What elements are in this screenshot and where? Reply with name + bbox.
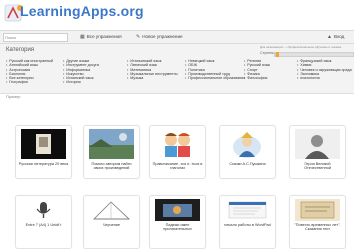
search-input[interactable]: Поиск — [3, 33, 68, 42]
card-thumbnail-book — [21, 129, 66, 159]
app-card[interactable]: Entre 7 (A4) 1 Unidf t — [15, 195, 72, 249]
app-card[interactable]: Русская литература 20 века — [15, 125, 72, 179]
level-label: Ступень — [260, 51, 274, 55]
card-thumbnail-drawing — [89, 199, 134, 221]
app-card[interactable]: Правописание -тся и -ться в глаголах — [149, 125, 206, 179]
category-column-5: Религия Русский язык Спорт Физика Филосо… — [244, 59, 288, 80]
level-filter: Для начинающих — Профессиональное обучен… — [260, 45, 354, 57]
card-thumbnail-landscape — [89, 129, 134, 159]
login-link[interactable]: ▲ Вход — [327, 32, 344, 42]
category-column-3: Итальянский язык Латинский язык Математи… — [127, 59, 182, 80]
category-item[interactable]: История — [63, 80, 125, 84]
category-item[interactable]: География — [6, 80, 60, 84]
card-thumbnail-manuscript — [295, 199, 340, 221]
grid-icon: ▦ — [80, 34, 85, 40]
top-navbar: Поиск ▦ Все упражнения ✎ Новое упражнение … — [0, 30, 354, 44]
app-card[interactable]: Помоги автором найти своих произведений — [83, 125, 140, 179]
all-exercises-label: Все упражнения — [86, 34, 122, 39]
level-slider[interactable] — [274, 52, 354, 57]
all-exercises-link[interactable]: ▦ Все упражнения — [80, 32, 122, 42]
category-item[interactable]: Музыка — [127, 76, 182, 80]
logo-text[interactable]: LearningApps.org — [20, 3, 144, 19]
category-column-4: Немецкий язык ОБЖ Политика Производствен… — [185, 59, 245, 80]
level-slider-knob[interactable] — [275, 52, 279, 57]
level-note: Для начинающих — Профессиональное обучен… — [260, 45, 342, 49]
card-thumbnail-children — [155, 129, 200, 159]
card-title: Сказки А.С.Пушкина — [229, 162, 266, 166]
app-card[interactable]: Черчение — [83, 195, 140, 249]
category-title: Категория — [6, 47, 35, 53]
card-title: Русская литература 20 века — [18, 162, 69, 166]
new-exercise-link[interactable]: ✎ Новое упражнение — [136, 32, 183, 42]
card-thumbnail-document — [225, 199, 270, 221]
category-item[interactable]: Философия — [244, 76, 288, 80]
card-thumbnail-portrait — [295, 129, 340, 159]
pencil-icon: ✎ — [136, 34, 141, 40]
category-column-1: Русский как иностранный Английский язык … — [6, 59, 60, 85]
category-column-2: Другие языки Инструмент досуга Информати… — [63, 59, 125, 85]
new-exercise-label: Новое упражнение — [142, 34, 183, 39]
card-title: "Повесть временных лет". Сказания этот — [294, 223, 341, 232]
card-title: Черчение — [102, 223, 121, 227]
card-thumbnail-illustration — [155, 199, 200, 221]
category-panel: Категория Для начинающих — Профессиональ… — [0, 44, 354, 94]
login-label: Вход — [333, 34, 345, 39]
card-title: Герои Великой Отечественной — [304, 162, 331, 171]
card-title: Помоги автором найти своих произведений — [91, 162, 132, 171]
user-icon: ▲ — [327, 34, 332, 40]
card-title: Правописание -тся и -ться в глаголах — [152, 162, 203, 171]
app-card[interactable]: "Повесть временных лет". Сказания этот — [289, 195, 346, 249]
card-title: начало работы в WordPad — [224, 223, 271, 227]
header: LearningApps.org — [0, 0, 354, 30]
section-label: Пример — [6, 94, 21, 99]
category-item[interactable]: психология — [297, 76, 353, 80]
category-column-6: Французский язык Химия Человек и окружаю… — [297, 59, 353, 80]
category-item[interactable]: Профессиональное образование — [185, 76, 245, 80]
card-thumbnail-microphone — [21, 199, 66, 221]
app-card[interactable]: Падежи имен прилагательных — [149, 195, 206, 249]
card-title: Падежи имен прилагательных — [163, 223, 192, 232]
app-card[interactable]: Сказки А.С.Пушкина — [219, 125, 276, 179]
app-card[interactable]: начало работы в WordPad — [219, 195, 276, 249]
card-thumbnail-fairytale — [225, 129, 270, 159]
app-card[interactable]: Герои Великой Отечественной — [289, 125, 346, 179]
card-title: Entre 7 (A4) 1 Unidf t — [25, 223, 62, 227]
